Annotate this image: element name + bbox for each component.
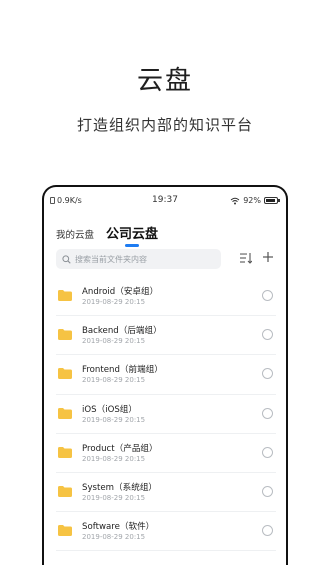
tab-company-drive[interactable]: 公司云盘	[106, 223, 158, 242]
folder-row[interactable]: Frontend（前端组） 2019-08-29 20:15	[56, 355, 276, 395]
battery-percent: 92%	[243, 196, 261, 205]
folder-date: 2019-08-29 20:15	[82, 533, 146, 542]
hero-subtitle: 打造组织内部的知识平台	[76, 116, 253, 134]
folder-icon	[58, 485, 72, 497]
search-icon	[62, 254, 71, 264]
folder-name: Frontend（前端组）	[82, 365, 163, 376]
select-radio[interactable]	[262, 485, 273, 497]
folder-date: 2019-08-29 20:15	[82, 337, 146, 346]
folder-row[interactable]: Software（软件） 2019-08-29 20:15	[56, 512, 276, 552]
folder-icon	[58, 290, 72, 301]
folder-name: Backend（后端组）	[82, 326, 162, 337]
folder-date: 2019-08-29 20:15	[82, 415, 146, 424]
add-icon[interactable]	[262, 251, 274, 263]
folder-icon	[58, 329, 72, 341]
search-input[interactable]: 搜索当前文件夹内容	[56, 249, 221, 269]
select-radio[interactable]	[262, 368, 273, 380]
folder-row[interactable]: Android（安卓组） 2019-08-29 20:15	[56, 277, 276, 317]
folder-date: 2019-08-29 20:15	[82, 454, 146, 463]
folder-row[interactable]: Product（产品组） 2019-08-29 20:15	[56, 434, 276, 473]
folder-name: Software（软件）	[82, 522, 155, 533]
select-radio[interactable]	[262, 525, 273, 537]
folder-row[interactable]: System（系统组） 2019-08-29 20:15	[56, 473, 276, 513]
phone-frame: 0.9K/s 19:37 92% 我的云盘 公司云盘 搜索当前文件夹内容 And…	[42, 185, 288, 565]
hero-title: 云盘	[136, 66, 193, 96]
tab-my-drive[interactable]: 我的云盘	[56, 227, 94, 241]
folder-name: Android（安卓组）	[82, 287, 159, 297]
folder-row[interactable]: iOS（iOS组） 2019-08-29 20:15	[56, 395, 276, 434]
folder-icon	[58, 368, 72, 380]
folder-name: System（系统组）	[82, 482, 158, 493]
sort-icon[interactable]	[240, 252, 252, 264]
select-radio[interactable]	[262, 446, 273, 458]
folder-name: Product（产品组）	[82, 443, 158, 454]
folder-name: iOS（iOS组）	[82, 404, 137, 415]
folder-icon	[58, 525, 72, 537]
folder-date: 2019-08-29 20:15	[82, 493, 146, 502]
folder-icon	[58, 407, 72, 419]
battery-icon	[264, 197, 280, 204]
search-placeholder: 搜索当前文件夹内容	[75, 254, 147, 264]
folder-icon	[58, 446, 72, 458]
select-radio[interactable]	[262, 290, 273, 301]
folder-row[interactable]: Backend（后端组） 2019-08-29 20:15	[56, 316, 276, 356]
wifi-icon	[230, 197, 240, 204]
active-tab-indicator	[125, 244, 139, 247]
tab-bar: 我的云盘 公司云盘	[56, 223, 276, 249]
folder-date: 2019-08-29 20:15	[82, 298, 146, 306]
file-list: Android（安卓组） 2019-08-29 20:15 Backend（后端…	[44, 277, 286, 552]
select-radio[interactable]	[262, 407, 273, 419]
select-radio[interactable]	[262, 329, 273, 341]
status-bar: 0.9K/s 19:37 92%	[44, 195, 286, 209]
folder-date: 2019-08-29 20:15	[82, 376, 146, 385]
